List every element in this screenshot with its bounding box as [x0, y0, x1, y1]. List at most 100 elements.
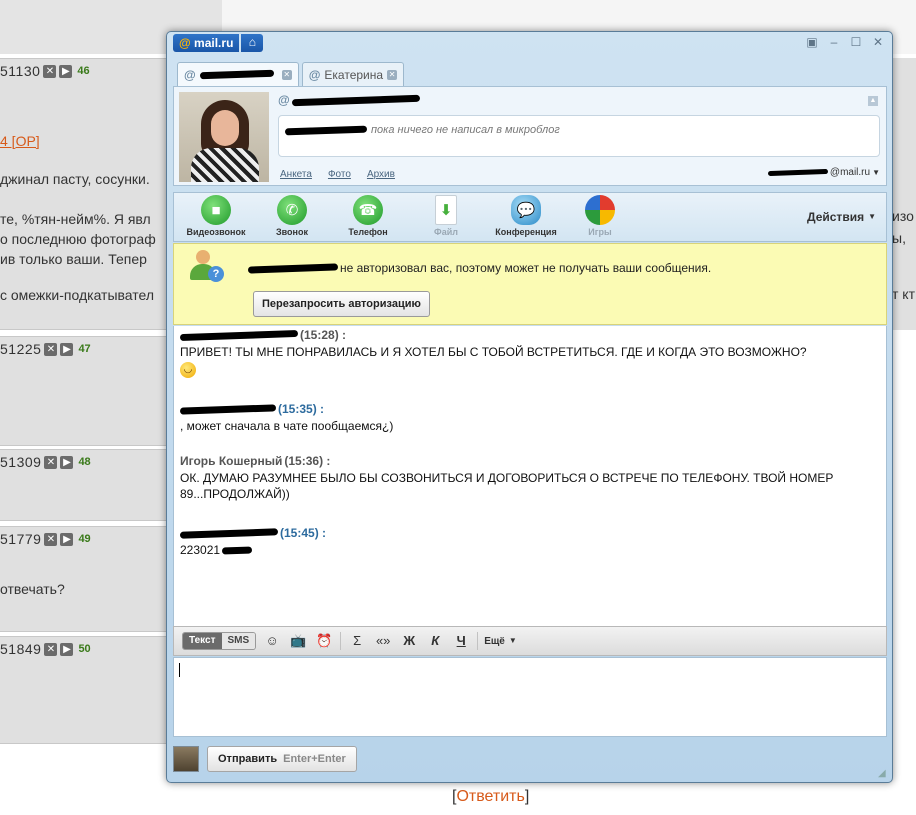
smiley-icon[interactable]: ☺ — [262, 632, 282, 650]
collapse-icon[interactable]: ▲ — [868, 96, 878, 106]
message-mode-toggle: Текст SMS — [182, 632, 257, 650]
op-link[interactable]: 4 [OP] — [0, 133, 40, 149]
post-number[interactable]: 51309 — [0, 454, 41, 470]
redacted-number — [221, 545, 253, 555]
mode-text-button[interactable]: Текст — [183, 633, 222, 649]
mode-sms-button[interactable]: SMS — [221, 633, 256, 649]
post-number[interactable]: 51225 — [0, 341, 41, 357]
tab-close-icon[interactable]: ✕ — [387, 69, 398, 80]
button-label: Видеозвонок — [186, 227, 246, 237]
translit-icon[interactable]: Σ — [347, 632, 367, 650]
message-input[interactable] — [173, 657, 887, 737]
tv-icon[interactable]: 📺 — [288, 632, 308, 650]
redacted-sender — [179, 527, 279, 539]
resize-grip-icon[interactable]: ◢ — [878, 768, 890, 780]
chat-message: Игорь Кошерный (15:36) : ОК. ДУМАЮ РАЗУМ… — [180, 454, 860, 502]
chevron-down-icon: ▼ — [508, 635, 517, 645]
alarm-icon[interactable]: ⏰ — [314, 632, 334, 650]
mail-agent-window: @ mail.ru ⌂ ▣ – ☐ ✕ @ ✕ @ Екатерина ✕ @ … — [166, 31, 893, 783]
reply-link[interactable]: Ответить — [456, 788, 524, 805]
own-avatar[interactable] — [173, 746, 199, 772]
smiley-icon: ◡ — [180, 362, 196, 378]
file-icon: ⬇ — [435, 195, 457, 225]
brand-bar: @ mail.ru ⌂ — [173, 34, 264, 52]
button-label: Игры — [588, 227, 612, 237]
message-header: Игорь Кошерный (15:36) : — [180, 454, 860, 468]
redacted-name — [291, 94, 420, 106]
expand-icon[interactable]: ▶ — [60, 642, 74, 656]
post-text: с омежки-подкатывател — [0, 287, 155, 303]
message-time: (15:36) : — [284, 454, 331, 468]
bg-post-right: изо ы, т кт — [892, 58, 916, 330]
microblog-status: пока ничего не написал в микроблог — [278, 115, 880, 157]
games-button[interactable]: Игры — [562, 195, 638, 241]
more-label: Ещё — [484, 635, 505, 647]
profile-link[interactable]: Анкета — [280, 169, 312, 180]
hide-icon[interactable]: ✕ — [44, 342, 58, 356]
bg-post-header: 51849 ✕ ▶ 50 — [0, 641, 91, 657]
expand-icon[interactable]: ▶ — [59, 64, 73, 78]
chat-message: (15:35) : , может сначала в чате пообщае… — [179, 402, 860, 434]
bold-button[interactable]: Ж — [399, 632, 419, 650]
home-icon[interactable]: ⌂ — [241, 34, 264, 52]
expand-icon[interactable]: ▶ — [60, 342, 74, 356]
message-text: ОК. ДУМАЮ РАЗУМНЕЕ БЫЛО БЫ СОЗВОНИТЬСЯ И… — [180, 471, 834, 501]
archive-link[interactable]: Архив — [367, 169, 395, 180]
email-text: @mail.ru — [829, 167, 871, 178]
message-header: (15:28) : — [179, 328, 860, 342]
underline-button[interactable]: Ч — [451, 632, 471, 650]
send-hint: Enter+Enter — [283, 753, 346, 765]
format-toolbar: Текст SMS ☺ 📺 ⏰ Σ «» Ж К Ч Ещё ▼ — [173, 626, 887, 656]
close-icon[interactable]: ✕ — [872, 36, 884, 48]
bg-post-header: 51130 ✕ ▶ 46 — [0, 63, 90, 79]
message-text: , может сначала в чате пообщаемся¿) — [180, 419, 394, 433]
mail-at-icon: @ — [184, 67, 196, 82]
post-number[interactable]: 51130 — [0, 63, 40, 79]
telephone-icon: ☎ — [353, 195, 383, 225]
post-number[interactable]: 51849 — [0, 641, 41, 657]
auth-text: не авторизовал вас, поэтому может не пол… — [340, 261, 712, 275]
reply-link-wrapper: [Ответить] — [452, 788, 529, 806]
video-icon: ■ — [201, 195, 231, 225]
italic-button[interactable]: К — [425, 632, 445, 650]
tab-current-contact[interactable]: @ ✕ — [177, 62, 299, 86]
hide-icon[interactable]: ✕ — [44, 642, 58, 656]
post-text: те, %тян-нейм%. Я явл — [0, 211, 151, 227]
expand-icon[interactable]: ▶ — [60, 532, 74, 546]
post-text: ив только ваши. Тепер — [0, 251, 147, 267]
send-button[interactable]: Отправить Enter+Enter — [207, 746, 357, 772]
hide-icon[interactable]: ✕ — [44, 455, 58, 469]
re-request-auth-button[interactable]: Перезапросить авторизацию — [253, 291, 430, 317]
post-count: 49 — [78, 533, 91, 545]
contact-links: Анкета Фото Архив — [280, 169, 395, 180]
contact-name: @ — [278, 93, 420, 107]
post-text: т кт — [892, 286, 915, 302]
bracket: ] — [524, 788, 530, 805]
message-sender: Игорь Кошерный — [180, 454, 283, 468]
separator — [477, 632, 479, 650]
auth-message: не авторизовал вас, поэтому может не пол… — [247, 261, 712, 275]
minimize-icon[interactable]: – — [828, 36, 840, 48]
mailru-logo[interactable]: @ mail.ru — [173, 34, 240, 52]
conference-button[interactable]: 💬 Конференция — [488, 195, 564, 241]
hide-icon[interactable]: ✕ — [44, 532, 58, 546]
actions-menu[interactable]: Действия ▼ — [807, 210, 876, 224]
dock-icon[interactable]: ▣ — [806, 36, 818, 48]
contact-photo[interactable] — [179, 92, 269, 182]
file-button[interactable]: ⬇ Файл — [408, 195, 484, 241]
contact-email[interactable]: @mail.ru ▼ — [767, 167, 880, 178]
post-number[interactable]: 51779 — [0, 531, 41, 547]
photo-link[interactable]: Фото — [328, 169, 351, 180]
maximize-icon[interactable]: ☐ — [850, 36, 862, 48]
tab-close-icon[interactable]: ✕ — [281, 69, 292, 80]
tab-ekaterina[interactable]: @ Екатерина ✕ — [301, 62, 405, 86]
post-text: о последнюю фотограф — [0, 231, 156, 247]
call-button[interactable]: ✆ Звонок — [254, 195, 330, 241]
message-header: (15:35) : — [179, 402, 860, 416]
quote-button[interactable]: «» — [373, 632, 393, 650]
telephone-button[interactable]: ☎ Телефон — [330, 195, 406, 241]
video-call-button[interactable]: ■ Видеозвонок — [178, 195, 254, 241]
more-menu[interactable]: Ещё ▼ — [484, 636, 517, 647]
expand-icon[interactable]: ▶ — [60, 455, 74, 469]
hide-icon[interactable]: ✕ — [43, 64, 57, 78]
